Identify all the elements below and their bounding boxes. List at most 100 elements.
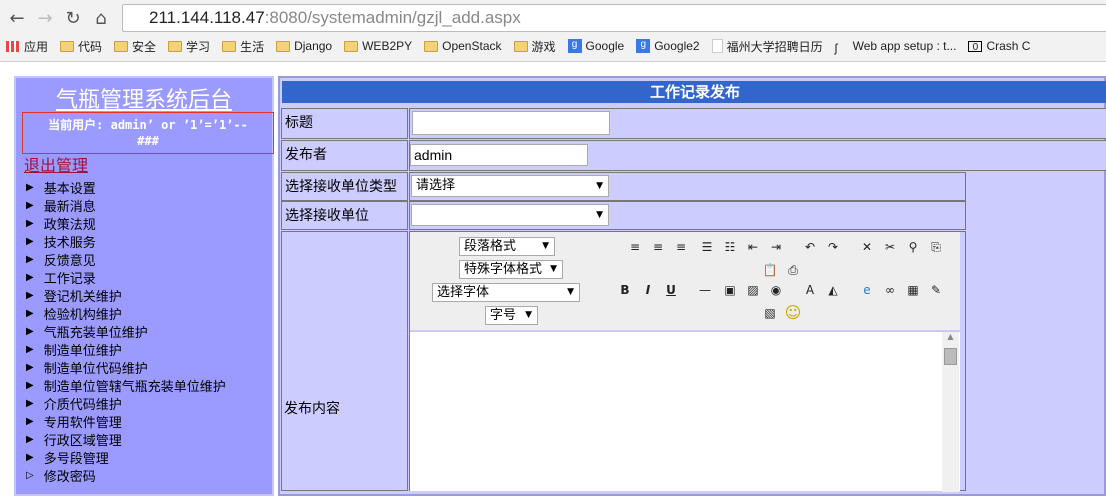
bookmark-item[interactable]: 安全 — [114, 36, 156, 56]
outdent-icon[interactable]: ⇤ — [743, 237, 763, 257]
copy-icon[interactable]: ⎘ — [926, 237, 946, 257]
site-title[interactable]: 气瓶管理系统后台 — [16, 82, 272, 114]
highlight-icon[interactable]: ◭ — [823, 280, 843, 300]
bookmark-item[interactable]: 0 Crash C — [968, 36, 1030, 56]
bookmark-item[interactable]: 代码 — [60, 36, 102, 56]
content-label: 发布内容 — [284, 401, 340, 417]
underline-icon[interactable]: U — [661, 280, 681, 300]
bookmark-item[interactable]: g Google2 — [636, 36, 700, 56]
bookmark-item[interactable]: g Google — [567, 36, 624, 56]
bold-icon[interactable]: B — [615, 280, 635, 300]
indent-icon[interactable]: ⇥ — [766, 237, 786, 257]
scrollbar-thumb[interactable] — [944, 348, 957, 365]
address-bar[interactable]: 211.144.118.47:8080/systemadmin/gzjl_add… — [122, 4, 1106, 32]
link-icon[interactable]: ∞ — [880, 280, 900, 300]
folder-icon — [513, 40, 528, 52]
google-icon: g — [567, 39, 582, 53]
sidebar-item[interactable]: ▶ 基本设置 — [26, 178, 96, 197]
redo-icon[interactable]: ↷ — [823, 237, 843, 257]
bullet-icon: ▶ — [26, 307, 34, 319]
insert-media-icon[interactable]: ◉ — [766, 280, 786, 300]
page-title: 工作记录发布 — [282, 81, 1106, 103]
font-size-select[interactable]: 字号 ▼ — [485, 306, 538, 325]
bookmark-item[interactable]: OpenStack — [424, 36, 502, 56]
folder-icon — [114, 40, 129, 52]
scroll-up-icon[interactable]: ▲ — [942, 332, 959, 341]
sidebar-item[interactable]: ▶ 制造单位代码维护 — [26, 358, 148, 377]
bookmark-item[interactable]: 学习 — [168, 36, 210, 56]
delete-icon[interactable]: ✕ — [857, 237, 877, 257]
insert-image-icon[interactable]: ▨ — [743, 280, 763, 300]
font-select[interactable]: 选择字体 ▼ — [432, 283, 580, 302]
sidebar-item-label: 多号段管理 — [43, 451, 109, 467]
url-path: :8080/systemadmin/gzjl_add.aspx — [264, 8, 521, 27]
title-input[interactable] — [412, 111, 610, 135]
sidebar-item[interactable]: ▶ 行政区域管理 — [26, 430, 122, 449]
horizontal-rule-icon[interactable]: — — [695, 280, 715, 300]
sidebar-item-label: 介质代码维护 — [43, 397, 122, 413]
bullet-icon: ▶ — [26, 415, 34, 427]
logout-link[interactable]: 退出管理 — [24, 152, 88, 176]
user-line: 当前用户: admin’ or ’1’=’1’-- — [48, 118, 248, 132]
bookmark-item[interactable]: 应用 — [6, 36, 48, 56]
bookmark-item[interactable]: 生活 — [222, 36, 264, 56]
sidebar-item-label: 反馈意见 — [43, 253, 96, 269]
web-icon[interactable]: e — [857, 280, 877, 300]
sidebar-item[interactable]: ▶ 制造单位维护 — [26, 340, 122, 359]
sidebar: 气瓶管理系统后台 当前用户: admin’ or ’1’=’1’-- ### 退… — [14, 76, 274, 496]
sidebar-item[interactable]: ▶ 政策法规 — [26, 214, 96, 233]
unit-type-select[interactable]: 请选择 ▼ — [411, 175, 609, 197]
special-format-select[interactable]: 特殊字体格式 ▼ — [459, 260, 563, 279]
bookmark-item[interactable]: 游戏 — [513, 36, 556, 56]
bookmark-label: WEB2PY — [362, 39, 413, 53]
unit-select[interactable]: ▼ — [411, 204, 609, 226]
bookmark-item[interactable]: Django — [276, 36, 332, 56]
bookmark-label: 生活 — [240, 39, 265, 54]
sidebar-item[interactable]: ▶ 登记机关维护 — [26, 286, 122, 305]
print-icon[interactable]: ⎙ — [783, 260, 803, 280]
sidebar-item[interactable]: ▷ 修改密码 — [26, 466, 96, 485]
table-icon[interactable]: ▦ — [903, 280, 923, 300]
bookmark-item[interactable]: 福州大学招聘日历 — [711, 36, 823, 56]
sidebar-item-label: 修改密码 — [43, 469, 96, 485]
publisher-input[interactable] — [410, 144, 588, 166]
bookmark-item[interactable]: ʃ Web app setup : t... — [835, 36, 957, 56]
sidebar-item[interactable]: ▶ 气瓶充装单位维护 — [26, 322, 148, 341]
insert-file-icon[interactable]: ▣ — [720, 280, 740, 300]
numbered-list-icon[interactable]: ☷ — [720, 237, 740, 257]
sidebar-item[interactable]: ▶ 技术服务 — [26, 232, 96, 251]
sidebar-item-label: 制造单位代码维护 — [43, 361, 148, 377]
emoticon-icon[interactable]: ☺ — [783, 303, 803, 323]
cut-icon[interactable]: ✂ — [880, 237, 900, 257]
sidebar-item[interactable]: ▶ 检验机构维护 — [26, 304, 122, 323]
content-editor[interactable] — [410, 331, 960, 491]
gradient-icon[interactable]: ▧ — [760, 303, 780, 323]
home-icon[interactable]: ⌂ — [90, 8, 112, 29]
web-icon: ʃ — [834, 40, 838, 55]
bookmark-label: Crash C — [986, 39, 1031, 53]
font-color-icon[interactable]: A — [800, 280, 820, 300]
find-icon[interactable]: ⚲ — [903, 237, 923, 257]
paragraph-format-select[interactable]: 段落格式 ▼ — [459, 237, 555, 256]
bookmark-label: 福州大学招聘日历 — [726, 39, 823, 54]
paste-icon[interactable]: 📋 — [760, 260, 780, 280]
bullet-list-icon[interactable]: ☰ — [697, 237, 717, 257]
undo-icon[interactable]: ↶ — [800, 237, 820, 257]
sidebar-item[interactable]: ▶ 工作记录 — [26, 268, 96, 287]
align-center-icon[interactable]: ≡ — [648, 237, 668, 257]
sidebar-item[interactable]: ▶ 介质代码维护 — [26, 394, 122, 413]
back-icon[interactable]: ← — [6, 8, 28, 29]
forward-icon[interactable]: → — [34, 8, 56, 29]
sidebar-item[interactable]: ▶ 专用软件管理 — [26, 412, 122, 431]
bookmark-item[interactable]: WEB2PY — [344, 36, 412, 56]
align-left-icon[interactable]: ≡ — [625, 237, 645, 257]
sidebar-item[interactable]: ▶ 反馈意见 — [26, 250, 96, 269]
sidebar-item[interactable]: ▶ 多号段管理 — [26, 448, 109, 467]
align-right-icon[interactable]: ≡ — [671, 237, 691, 257]
sidebar-item[interactable]: ▶ 制造单位管辖气瓶充装单位维护 — [26, 376, 226, 395]
edit-icon[interactable]: ✎ — [926, 280, 946, 300]
reload-icon[interactable]: ↻ — [62, 8, 84, 29]
sidebar-item-label: 气瓶充装单位维护 — [43, 325, 148, 341]
italic-icon[interactable]: I — [638, 280, 658, 300]
sidebar-item[interactable]: ▶ 最新消息 — [26, 196, 96, 215]
